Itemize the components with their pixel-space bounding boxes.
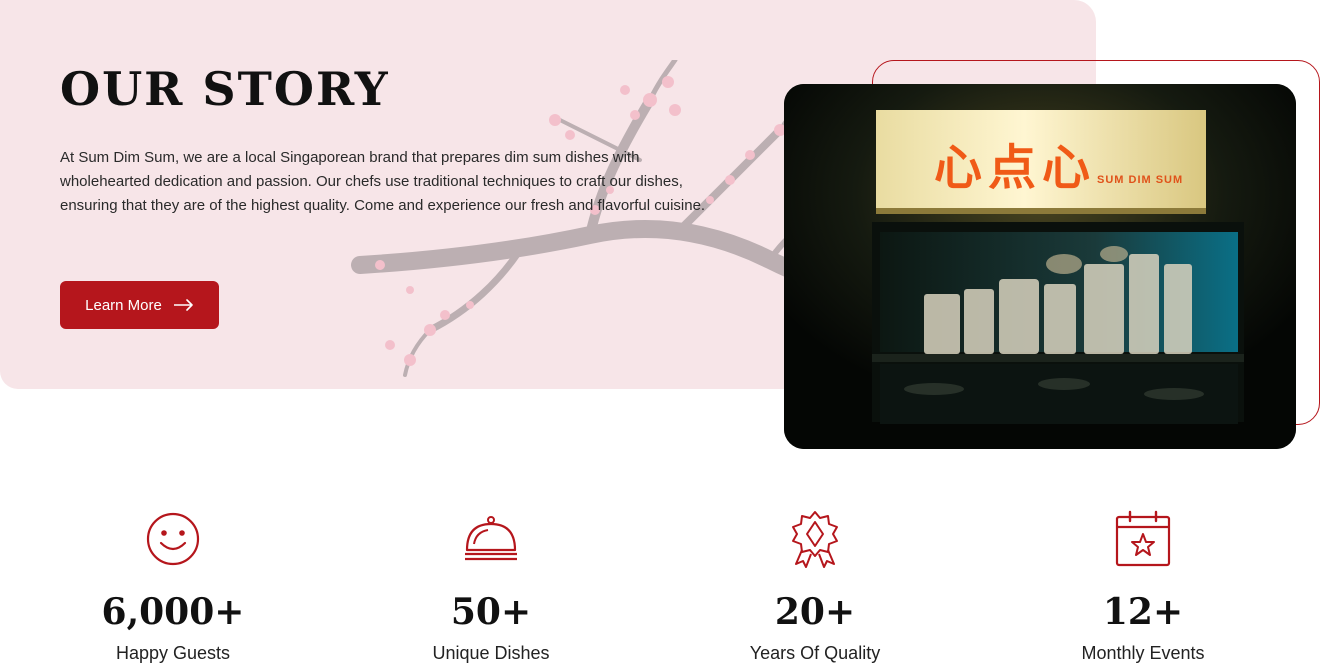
stat-value: 12+ xyxy=(1102,591,1184,633)
shop-sign-english: SUM DIM SUM xyxy=(1097,174,1184,186)
learn-more-button[interactable]: Learn More xyxy=(60,281,219,329)
stat-label: Unique Dishes xyxy=(432,643,550,663)
learn-more-label: Learn More xyxy=(85,296,162,314)
story-description: At Sum Dim Sum, we are a local Singapore… xyxy=(60,149,706,214)
shop-sign-chinese: 心点心 xyxy=(934,140,1097,196)
stat-years-quality: 20+ Years Of Quality xyxy=(695,510,935,664)
arrow-right-icon xyxy=(173,299,193,311)
stat-label: Happy Guests xyxy=(115,643,231,663)
restaurant-storefront-photo: 心点心 SUM DIM SUM xyxy=(784,84,1296,449)
story-title: OUR STORY xyxy=(60,62,390,116)
stat-monthly-events: 12+ Monthly Events xyxy=(1023,510,1263,664)
stat-happy-guests: 6,000+ Happy Guests xyxy=(53,510,293,664)
stat-value: 20+ xyxy=(774,591,856,633)
stat-unique-dishes: 50+ Unique Dishes xyxy=(371,510,611,664)
stat-value: 50+ xyxy=(450,591,532,633)
smiley-icon xyxy=(146,512,200,566)
award-badge-icon xyxy=(792,511,838,568)
stat-label: Years Of Quality xyxy=(749,643,881,663)
calendar-star-icon xyxy=(1115,510,1171,567)
cloche-icon xyxy=(465,516,517,561)
stat-label: Monthly Events xyxy=(1081,643,1205,663)
stat-value: 6,000+ xyxy=(101,591,245,633)
